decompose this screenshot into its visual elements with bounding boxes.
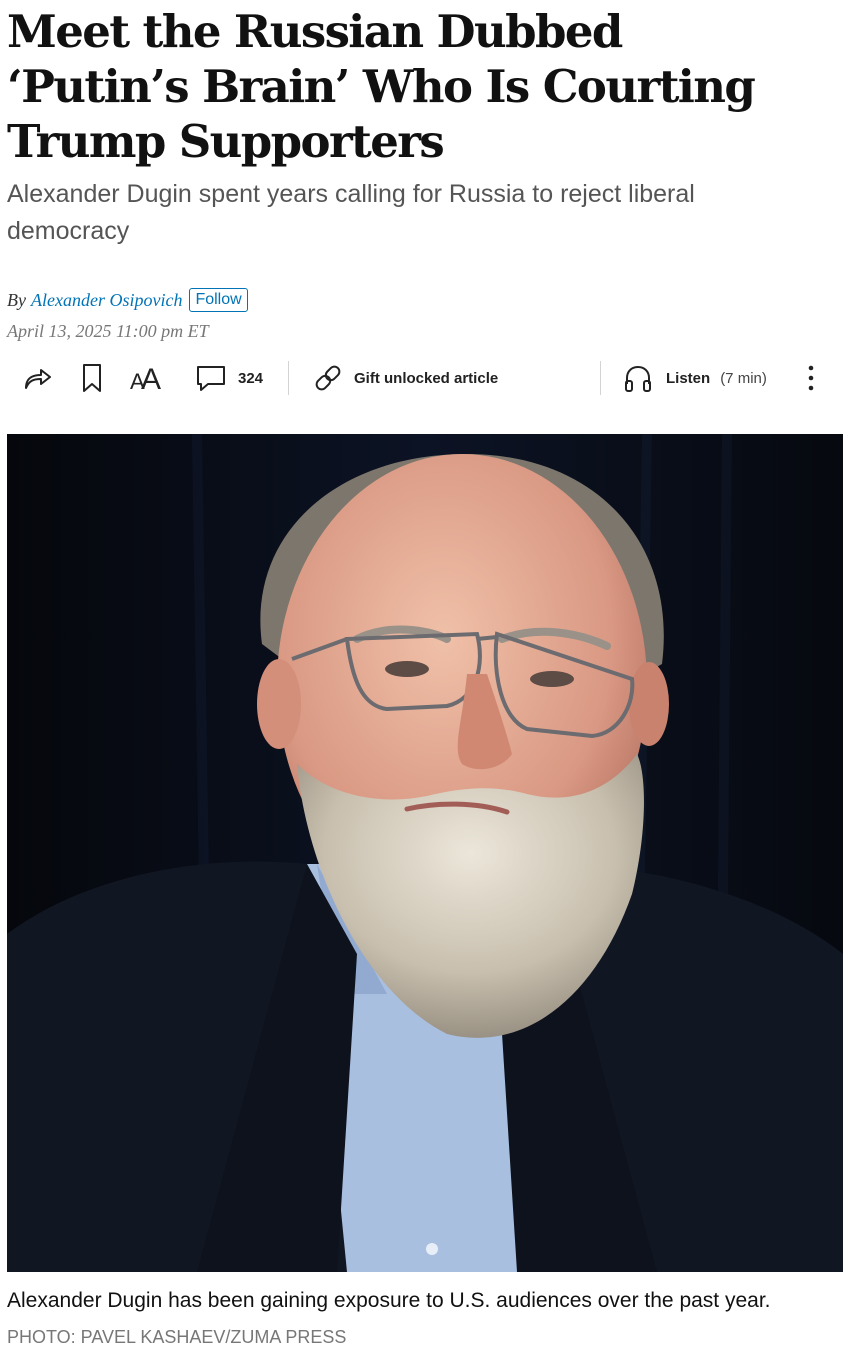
article-headline: Meet the Russian Dubbed ‘Putin’s Brain’ … [7, 5, 756, 168]
link-icon [312, 362, 344, 394]
photo-credit: PHOTO: PAVEL KASHAEV/ZUMA PRESS [7, 1327, 347, 1347]
text-size-large-letter: A [141, 363, 161, 394]
article-photo [7, 434, 843, 1272]
byline: By Alexander Osipovich Follow [7, 286, 248, 314]
photo-caption: Alexander Dugin has been gaining exposur… [7, 1289, 771, 1312]
comment-bubble-icon [194, 362, 228, 394]
toolbar-divider [288, 361, 289, 395]
listen-button[interactable]: Listen (7 min) [622, 356, 767, 400]
article-toolbar: A A 324 Gift unlocked article Listen (7 … [0, 356, 843, 400]
byline-prefix: By [7, 289, 26, 310]
share-arrow-icon [22, 362, 54, 394]
headphones-icon [622, 362, 654, 394]
author-link[interactable]: Alexander Osipovich [31, 290, 182, 311]
portrait-illustration [7, 434, 843, 1272]
toolbar-divider [600, 361, 601, 395]
follow-button[interactable]: Follow [189, 288, 248, 312]
gift-article-button[interactable]: Gift unlocked article [312, 356, 498, 400]
listen-label: Listen [666, 369, 711, 387]
gift-article-label: Gift unlocked article [354, 369, 499, 387]
bookmark-button[interactable] [80, 356, 104, 400]
article-dek: Alexander Dugin spent years calling for … [7, 180, 695, 245]
comments-button[interactable]: 324 [194, 356, 263, 400]
share-button[interactable] [22, 356, 54, 400]
text-size-button[interactable]: A A [128, 356, 164, 400]
vertical-ellipsis-icon [800, 362, 822, 394]
bookmark-icon [80, 362, 104, 394]
more-options-button[interactable] [800, 356, 822, 400]
comments-count: 324 [238, 369, 264, 387]
text-size-icon: A A [128, 362, 164, 394]
publish-timestamp: April 13, 2025 11:00 pm ET [7, 321, 209, 341]
listen-duration: (7 min) [720, 369, 767, 387]
